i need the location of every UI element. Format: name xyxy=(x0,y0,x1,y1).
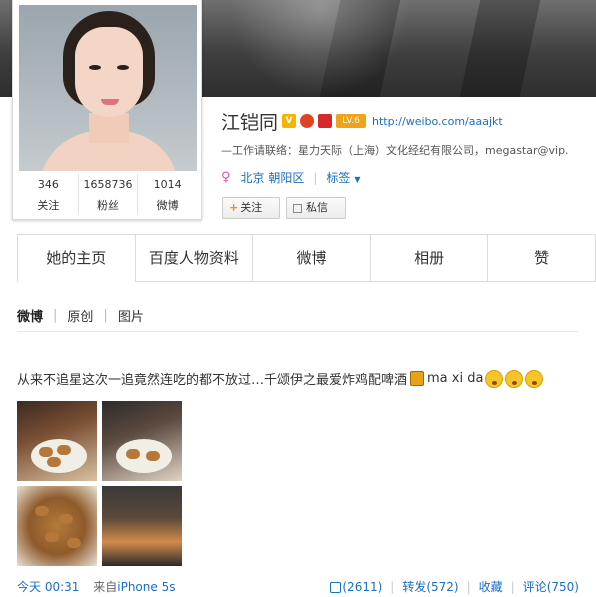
profile-card: 346 关注 1658736 粉丝 1014 微博 xyxy=(12,0,202,220)
post-source-label: 来自 xyxy=(93,580,118,594)
thumbs-up-icon xyxy=(330,581,342,593)
message-label: 私信 xyxy=(306,201,328,214)
tab-baidu-profile[interactable]: 百度人物资料 xyxy=(135,235,254,282)
post-footer: 今天 00:31 来自iPhone 5s (2611) | 转发(572) | … xyxy=(17,578,579,595)
repost-button[interactable]: 转发(572) xyxy=(402,578,458,595)
beer-emoji-icon xyxy=(410,371,425,386)
tab-album[interactable]: 相册 xyxy=(370,235,489,282)
stat-following-count: 346 xyxy=(37,178,59,191)
divider xyxy=(17,331,578,332)
divider: | xyxy=(103,308,108,323)
plus-icon: + xyxy=(229,201,239,214)
chevron-down-icon: ▼ xyxy=(354,175,361,184)
favorite-button[interactable]: 收藏 xyxy=(479,578,503,595)
filter-original[interactable]: 原创 xyxy=(67,306,93,325)
divider: | xyxy=(390,579,395,594)
tab-likes[interactable]: 赞 xyxy=(488,235,595,282)
sleepy-emoji-icon xyxy=(485,369,504,388)
profile-tabs: 她的主页 百度人物资料 微博 相册 赞 xyxy=(17,234,596,282)
post-image[interactable] xyxy=(17,401,97,481)
tags-label: 标签 xyxy=(326,171,351,185)
verified-icon[interactable]: V xyxy=(282,114,297,128)
vip-icon[interactable] xyxy=(300,114,315,128)
follow-button[interactable]: + 关注 xyxy=(222,197,280,219)
location-row: ♀ 北京 朝阳区 | 标签 ▼ xyxy=(221,169,361,186)
follow-label: 关注 xyxy=(240,201,263,214)
stat-posts[interactable]: 1014 微博 xyxy=(138,174,197,214)
divider: | xyxy=(313,170,318,185)
stat-posts-label: 微博 xyxy=(156,199,179,212)
work-contact: —工作请联络：星力天际（上海）文化经纪有限公司，megastar@vip. xyxy=(221,144,569,157)
message-icon xyxy=(293,203,302,213)
filter-all[interactable]: 微博 xyxy=(17,306,43,325)
post-time[interactable]: 今天 00:31 xyxy=(17,580,79,594)
banner-decoration xyxy=(459,0,541,97)
post-actions: (2611) | 转发(572) | 收藏 | 评论(750) xyxy=(330,578,579,595)
filter-pictures[interactable]: 图片 xyxy=(118,306,144,325)
divider: | xyxy=(466,579,471,594)
sleepy-emoji-icon xyxy=(505,369,524,388)
banner-light xyxy=(230,0,410,97)
post-source-device[interactable]: iPhone 5s xyxy=(117,580,175,594)
post-image[interactable] xyxy=(102,486,182,566)
message-button[interactable]: 私信 xyxy=(286,197,346,219)
like-button[interactable]: (2611) xyxy=(330,580,382,594)
post-text: 从来不追星这次一追竟然连吃的都不放过…千颂伊之最爱炸鸡配啤酒 ma xi da xyxy=(17,369,544,388)
comment-button[interactable]: 评论(750) xyxy=(523,578,579,595)
blog-link[interactable]: http://weibo.com/aaajkt xyxy=(372,115,503,128)
feed-filter: 微博 | 原创 | 图片 xyxy=(17,306,144,325)
profile-stats: 346 关注 1658736 粉丝 1014 微博 xyxy=(19,174,197,214)
stat-followers[interactable]: 1658736 粉丝 xyxy=(79,174,139,214)
divider: | xyxy=(53,308,58,323)
divider: | xyxy=(510,579,515,594)
stat-followers-count: 1658736 xyxy=(83,178,133,191)
stat-posts-count: 1014 xyxy=(153,178,182,191)
avatar[interactable] xyxy=(19,5,197,171)
tab-weibo[interactable]: 微博 xyxy=(253,235,371,282)
post-body-tail: ma xi da xyxy=(427,371,484,386)
stat-followers-label: 粉丝 xyxy=(97,199,119,212)
profile-name-row: 江铠同 V LV.6 http://weibo.com/aaajkt xyxy=(221,108,503,134)
medal-icon[interactable] xyxy=(318,114,333,128)
profile-name: 江铠同 xyxy=(221,111,279,134)
post-image[interactable] xyxy=(102,401,182,481)
tags-dropdown[interactable]: 标签 ▼ xyxy=(326,169,360,186)
post-image[interactable] xyxy=(17,486,97,566)
sleepy-emoji-icon xyxy=(525,369,544,388)
female-icon: ♀ xyxy=(221,170,231,185)
stat-following[interactable]: 346 关注 xyxy=(19,174,79,214)
post-body: 从来不追星这次一追竟然连吃的都不放过…千颂伊之最爱炸鸡配啤酒 xyxy=(17,373,408,388)
stat-following-label: 关注 xyxy=(37,199,60,212)
like-count: (2611) xyxy=(342,579,383,594)
tab-home[interactable]: 她的主页 xyxy=(18,235,136,282)
location-link[interactable]: 北京 朝阳区 xyxy=(241,169,305,186)
level-badge[interactable]: LV.6 xyxy=(336,114,367,128)
